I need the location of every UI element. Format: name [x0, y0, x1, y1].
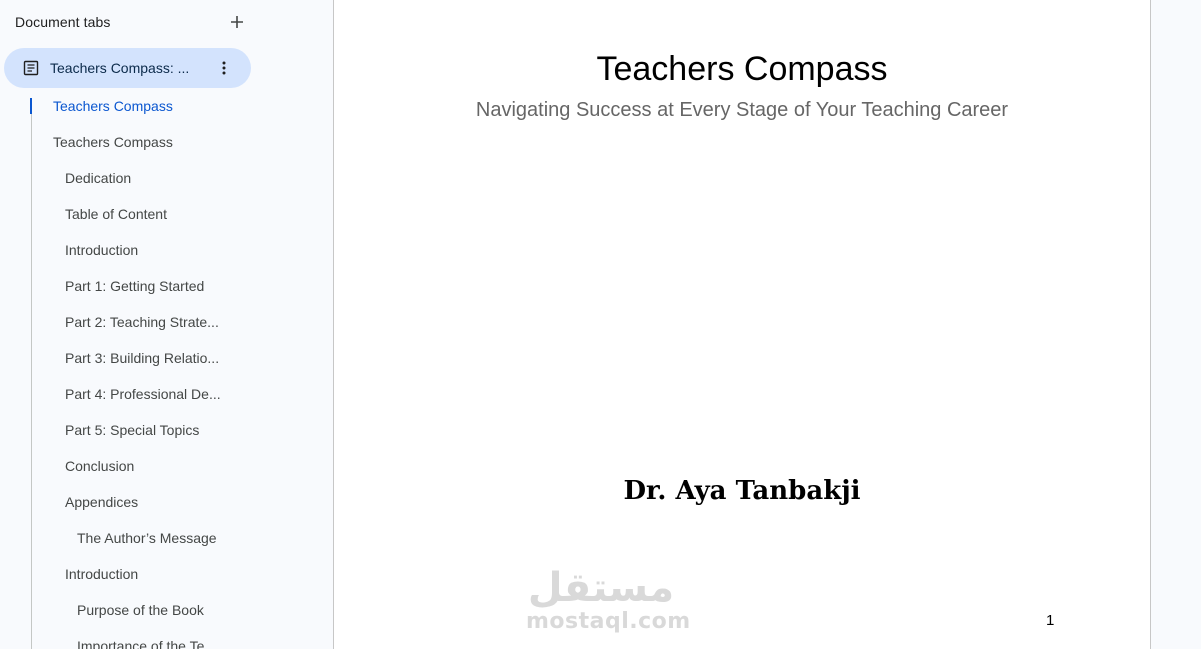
docs-app: Document tabs Teachers Compass: ... Teac… — [0, 0, 1201, 649]
plus-icon — [231, 16, 243, 28]
mostaql-watermark: مستقل mostaql.com — [526, 565, 691, 634]
outline-item[interactable]: Importance of the Te — [0, 628, 333, 649]
outline-item[interactable]: The Author’s Message — [0, 520, 333, 556]
outline-item[interactable]: Dedication — [0, 160, 333, 196]
outline-item[interactable]: Teachers Compass — [0, 124, 333, 160]
outline-item[interactable]: Teachers Compass — [0, 88, 333, 124]
document-page[interactable]: Teachers Compass Navigating Success at E… — [333, 0, 1151, 649]
document-outline: Teachers Compass Teachers Compass Dedicati… — [0, 88, 333, 649]
outline-item[interactable]: Part 2: Teaching Strate... — [0, 304, 333, 340]
sidebar-header: Document tabs — [15, 12, 243, 32]
document-canvas: Teachers Compass Navigating Success at E… — [333, 0, 1201, 649]
tab-label: Teachers Compass: ... — [50, 60, 190, 76]
outline-item[interactable]: Appendices — [0, 484, 333, 520]
tab-teachers-compass[interactable]: Teachers Compass: ... — [4, 48, 251, 88]
document-tabs-sidebar: Document tabs Teachers Compass: ... Teac… — [0, 0, 333, 649]
document-title: Teachers Compass — [596, 50, 888, 88]
outline-item[interactable]: Introduction — [0, 556, 333, 592]
outline-item[interactable]: Table of Content — [0, 196, 333, 232]
outline-item[interactable]: Conclusion — [0, 448, 333, 484]
sidebar-title: Document tabs — [15, 14, 111, 30]
add-tab-button[interactable] — [227, 12, 247, 32]
watermark-latin: mostaql.com — [526, 609, 691, 634]
outline-item[interactable]: Part 5: Special Topics — [0, 412, 333, 448]
more-vert-icon[interactable] — [214, 58, 234, 78]
outline-item[interactable]: Part 3: Building Relatio... — [0, 340, 333, 376]
document-subtitle: Navigating Success at Every Stage of You… — [475, 99, 1009, 121]
outline-item[interactable]: Part 4: Professional De... — [0, 376, 333, 412]
document-author: Dr. Aya Tanbakji — [623, 476, 861, 506]
outline-item[interactable]: Part 1: Getting Started — [0, 268, 333, 304]
watermark-arabic: مستقل — [527, 565, 675, 611]
outline-item[interactable]: Introduction — [0, 232, 333, 268]
outline-item[interactable]: Purpose of the Book — [0, 592, 333, 628]
page-number: 1 — [1046, 612, 1055, 629]
document-icon — [22, 59, 40, 77]
